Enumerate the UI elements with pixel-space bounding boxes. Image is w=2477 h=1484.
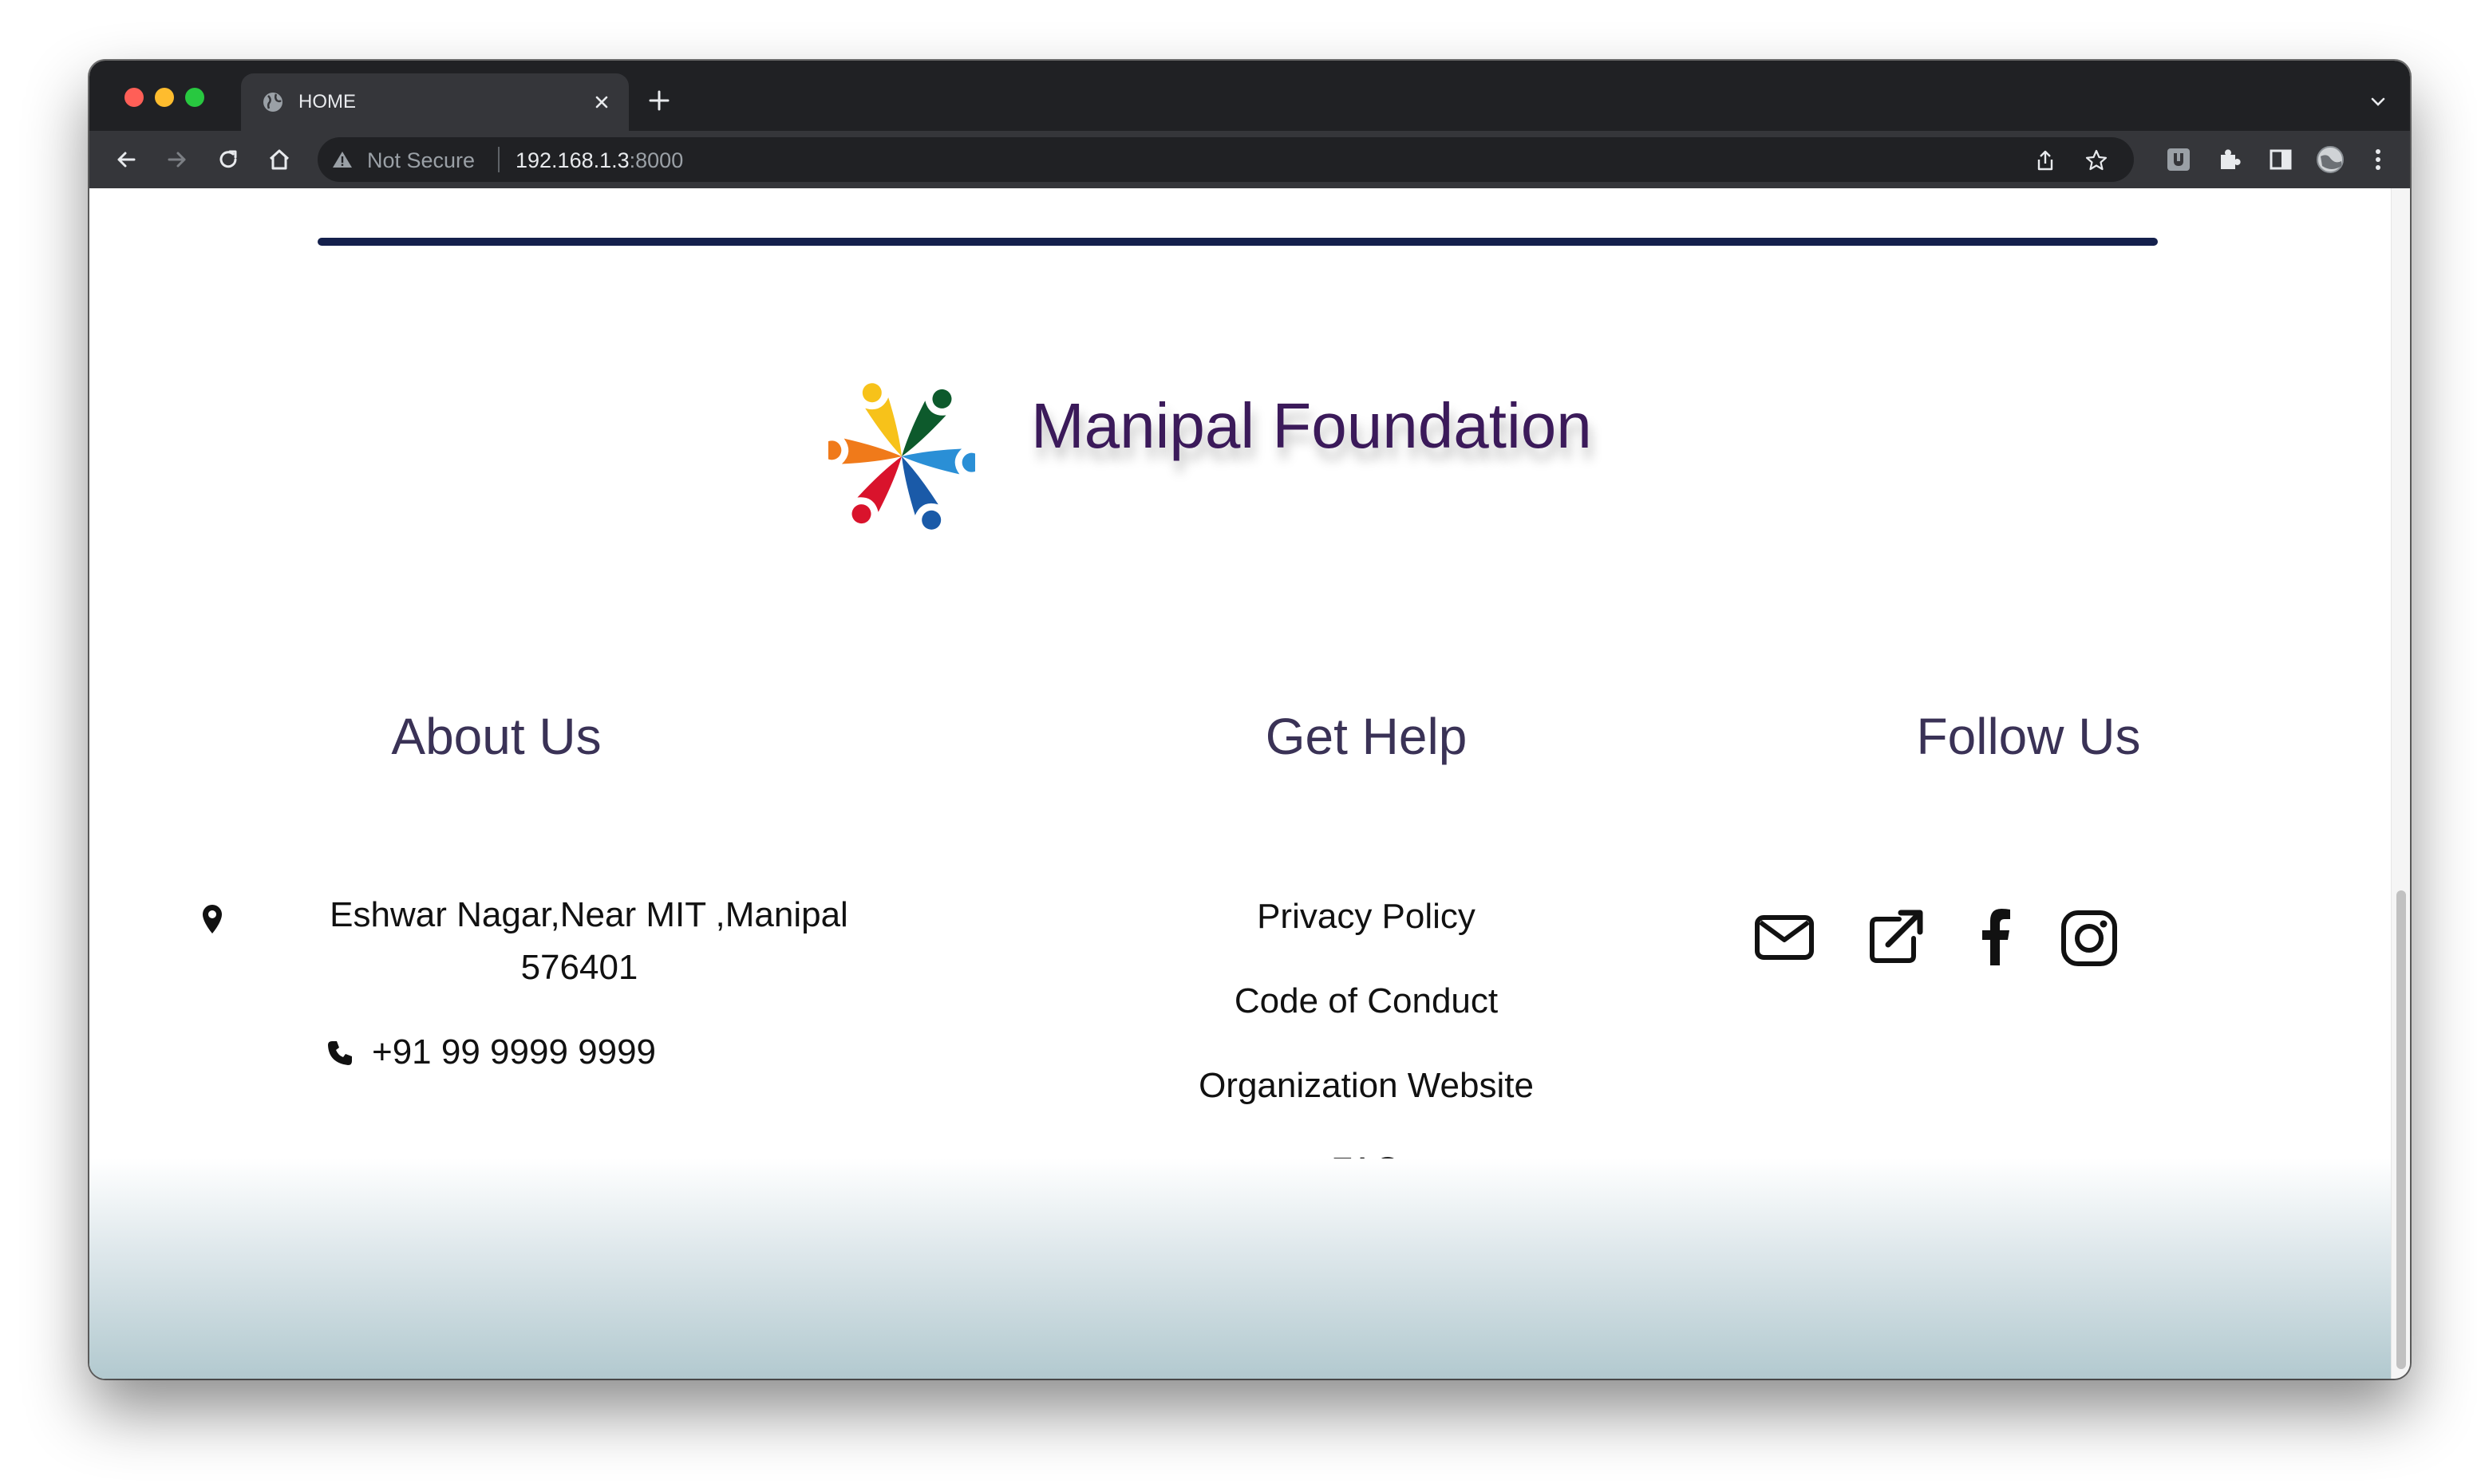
browser-toolbar: Not Secure 192.168.1.3:8000 bbox=[89, 131, 2410, 188]
minimize-window-button[interactable] bbox=[155, 88, 174, 107]
reload-icon[interactable] bbox=[214, 145, 243, 174]
scrollbar-thumb[interactable] bbox=[2396, 890, 2406, 1369]
facebook-icon[interactable] bbox=[1965, 905, 2029, 969]
tab-close-icon[interactable] bbox=[589, 89, 614, 115]
address-bar[interactable]: Not Secure 192.168.1.3:8000 bbox=[318, 137, 2134, 182]
extension-icon[interactable] bbox=[2164, 145, 2193, 174]
globe-icon bbox=[263, 93, 282, 112]
address-text: Eshwar Nagar,Near MIT ,Manipal 576401 bbox=[260, 889, 899, 994]
external-link-icon[interactable] bbox=[1864, 905, 1928, 969]
address-line-1: Eshwar Nagar,Near MIT ,Manipal bbox=[330, 895, 848, 934]
more-menu-icon[interactable] bbox=[2364, 145, 2392, 174]
home-icon[interactable] bbox=[265, 145, 294, 174]
about-us-heading: About Us bbox=[391, 708, 602, 765]
foundation-logo bbox=[828, 383, 975, 530]
url-host: 192.168.1.3 bbox=[516, 148, 630, 172]
follow-us-heading: Follow Us bbox=[1916, 708, 2141, 765]
code-of-conduct-link[interactable]: Code of Conduct bbox=[1047, 980, 1685, 1023]
phone-icon bbox=[328, 1041, 352, 1065]
chevron-down-icon[interactable] bbox=[2365, 89, 2391, 115]
browser-tab[interactable]: HOME bbox=[241, 73, 629, 131]
forward-icon[interactable] bbox=[163, 145, 192, 174]
scrollbar[interactable] bbox=[2391, 188, 2410, 1379]
close-window-button[interactable] bbox=[124, 88, 144, 107]
maximize-window-button[interactable] bbox=[185, 88, 204, 107]
url-text[interactable]: 192.168.1.3:8000 bbox=[516, 148, 683, 172]
organization-website-link[interactable]: Organization Website bbox=[1047, 1064, 1685, 1107]
footer-gradient bbox=[89, 1158, 2391, 1379]
browser-window: HOME Not Secure 192.168.1.3:8000 Manipal… bbox=[89, 61, 2410, 1379]
warning-icon bbox=[333, 152, 352, 168]
puzzle-icon[interactable] bbox=[2215, 145, 2244, 174]
security-label[interactable]: Not Secure bbox=[367, 148, 475, 172]
new-tab-icon[interactable] bbox=[645, 86, 674, 115]
profile-avatar-icon[interactable] bbox=[2316, 145, 2345, 174]
back-icon[interactable] bbox=[112, 145, 140, 174]
get-help-heading: Get Help bbox=[1265, 708, 1468, 765]
section-divider bbox=[318, 238, 2158, 246]
phone-number: +91 99 9999 9999 bbox=[372, 1032, 657, 1072]
omnibox-divider bbox=[498, 147, 500, 172]
tab-bar: HOME bbox=[89, 61, 2410, 131]
share-icon[interactable] bbox=[2033, 148, 2057, 172]
tab-title: HOME bbox=[298, 91, 356, 112]
url-port: :8000 bbox=[629, 148, 684, 172]
bookmark-star-icon[interactable] bbox=[2084, 148, 2108, 172]
privacy-policy-link[interactable]: Privacy Policy bbox=[1047, 895, 1685, 938]
address-line-2: 576401 bbox=[520, 948, 638, 987]
side-panel-icon[interactable] bbox=[2266, 145, 2295, 174]
page-content: Manipal Foundation About Us Eshwar Nagar… bbox=[89, 188, 2391, 1379]
instagram-icon[interactable] bbox=[2057, 905, 2121, 969]
envelope-icon[interactable] bbox=[1752, 905, 1816, 969]
map-pin-icon bbox=[203, 905, 222, 933]
brand-name: Manipal Foundation bbox=[1031, 390, 1592, 461]
